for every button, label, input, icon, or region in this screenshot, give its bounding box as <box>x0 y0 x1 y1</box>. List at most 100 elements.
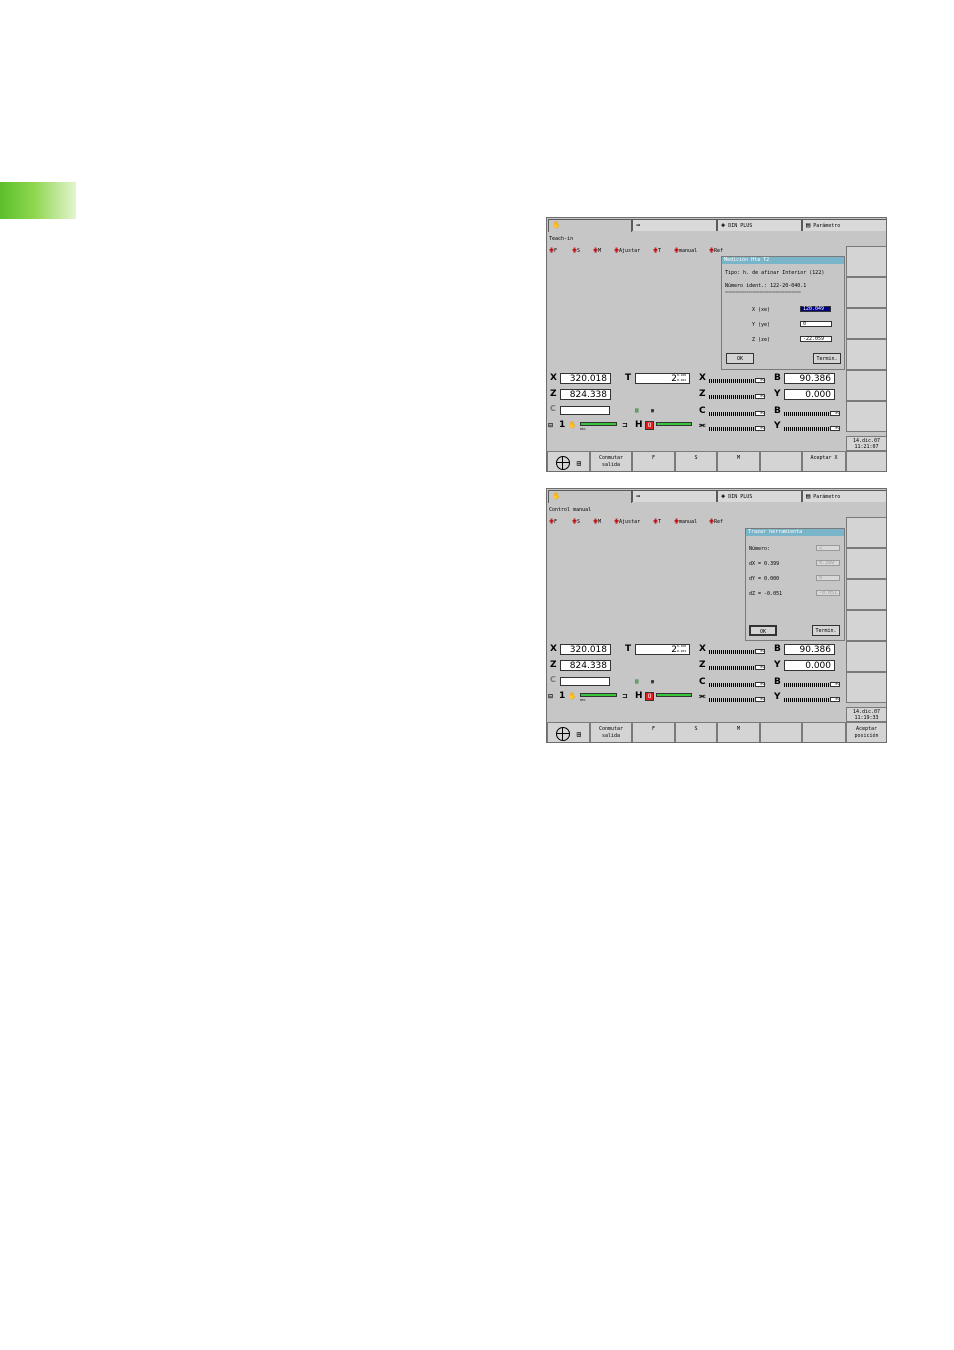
separator-line: ========================================… <box>725 290 801 294</box>
z-value-input[interactable]: -22.059 <box>800 336 832 342</box>
y-load-bar: 0% <box>784 695 840 702</box>
softkey-s[interactable]: S <box>675 451 717 471</box>
feed-status[interactable]: ⋕F <box>549 517 557 527</box>
tab-din-plus[interactable]: ◈ DIN PLUS <box>717 490 802 502</box>
spindle-override-bar <box>656 693 692 697</box>
tab-machine[interactable]: ✋ <box>548 490 632 503</box>
vertical-softkey-5[interactable] <box>846 641 886 672</box>
vertical-softkey-6[interactable] <box>846 401 886 432</box>
mode-title: Teach-in <box>547 232 846 246</box>
y-position: 0.000 <box>784 389 835 400</box>
softkey-conmutar-salida[interactable]: Conmutar salida <box>590 451 632 471</box>
tab-parameter[interactable]: ▤ Parámetro <box>802 490 886 502</box>
tool-measure-dialog: Medición Hta T2 Tipo: h. de afinar Inter… <box>721 256 845 370</box>
softkey-empty[interactable] <box>760 451 802 471</box>
ok-button[interactable]: OK <box>749 625 777 636</box>
vertical-softkey-1[interactable] <box>846 517 886 548</box>
softkey-f[interactable]: F <box>632 451 675 471</box>
manual-status[interactable]: ⋕manual <box>674 246 697 256</box>
disk-icon: ▤ <box>806 492 811 500</box>
spindle-icon: ⊐ <box>622 421 628 429</box>
y-load-bar: 0% <box>784 424 840 431</box>
tab-din-plus[interactable]: ◈ DIN PLUS <box>717 219 802 231</box>
c-load-percent: 0% <box>755 411 765 416</box>
softkey-conmutar-salida[interactable]: Conmutar salida <box>590 722 632 742</box>
ok-button[interactable]: OK <box>726 353 754 364</box>
chapter-tab-marker <box>0 182 76 219</box>
b-load-percent: 0% <box>830 411 840 416</box>
tab-program[interactable]: ⇛ <box>632 219 717 231</box>
b-load-percent: 0% <box>830 682 840 687</box>
bottom-softkeys: ⊞ Conmutar salida F S M Aceptar X <box>547 451 886 471</box>
softkey-s[interactable]: S <box>675 722 717 742</box>
softkey-empty[interactable] <box>760 722 802 742</box>
din-plus-icon: ◈ <box>721 221 726 229</box>
x-load-label: X <box>699 644 706 654</box>
y-load-ticks <box>784 698 830 702</box>
tab-parameter[interactable]: ▤ Parámetro <box>802 219 886 231</box>
softkey-right-empty[interactable] <box>846 451 886 471</box>
softkey-m[interactable]: M <box>717 722 760 742</box>
vertical-softkey-2[interactable] <box>846 548 886 579</box>
handwheel-icon <box>555 456 570 470</box>
softkey-handwheel[interactable]: ⊞ <box>547 451 590 471</box>
vertical-softkey-5[interactable] <box>846 370 886 401</box>
adjust-status[interactable]: ⋕Ajustar <box>614 246 640 256</box>
dialog-title: Trazar herramienta <box>746 529 844 536</box>
softkey-m[interactable]: M <box>717 451 760 471</box>
softkey-aceptar[interactable]: Aceptar X <box>802 451 846 471</box>
chuck-icon: ▥ <box>635 407 639 414</box>
coolant-icon: ▦ <box>651 408 655 414</box>
spindle-load-ticks <box>709 427 755 431</box>
vertical-softkey-2[interactable] <box>846 277 886 308</box>
vertical-softkey-1[interactable] <box>846 246 886 277</box>
softkey-aceptar-posicion[interactable]: Aceptar posición <box>846 722 886 742</box>
h-label: H <box>635 691 643 701</box>
tab-label: DIN PLUS <box>728 223 753 229</box>
tab-machine[interactable]: ✋ <box>548 219 632 232</box>
z-axis-label: Z <box>550 660 557 670</box>
vertical-softkey-3[interactable] <box>846 308 886 339</box>
dy-input[interactable]: 0 <box>816 575 840 581</box>
tool-status[interactable]: ⋕T <box>653 517 661 527</box>
number-input[interactable]: 2 <box>816 545 840 551</box>
mode-tabs: ✋ ⇛ ◈ DIN PLUS ▤ Parámetro <box>547 218 886 232</box>
tool-status[interactable]: ⋕T <box>653 246 661 256</box>
ref-status[interactable]: ⋕Ref <box>709 246 723 256</box>
softkey-f[interactable]: F <box>632 722 675 742</box>
y-load-percent: 0% <box>830 697 840 702</box>
screenshot-teach-in: ✋ ⇛ ◈ DIN PLUS ▤ Parámetro Teach-in ⋕F ⋕S … <box>546 217 887 472</box>
spindle-status[interactable]: ⋕S <box>572 517 580 527</box>
m-status[interactable]: ⋕M <box>593 517 601 527</box>
adjust-status[interactable]: ⋕Ajustar <box>614 517 640 527</box>
dx-input[interactable]: 0.399 <box>816 560 840 566</box>
feed-status[interactable]: ⋕F <box>549 246 557 256</box>
y-value-input[interactable]: 0 <box>800 321 832 327</box>
c-load-label: C <box>699 406 706 416</box>
manual-status[interactable]: ⋕manual <box>674 517 697 527</box>
feed-override-icon: ⊟ <box>548 693 554 700</box>
vertical-softkey-3[interactable] <box>846 579 886 610</box>
terminate-button[interactable]: Termin. <box>813 353 841 364</box>
position-display: X 320.018 Z 824.338 C T 2 0.108 0.204 X … <box>547 370 846 436</box>
z-load-label: Z <box>699 389 706 399</box>
status-label: M <box>598 519 602 525</box>
tab-program[interactable]: ⇛ <box>632 490 717 502</box>
status-label: S <box>577 519 581 525</box>
softkey-handwheel[interactable]: ⊞ <box>547 722 590 742</box>
vertical-softkey-4[interactable] <box>846 339 886 370</box>
ref-status[interactable]: ⋕Ref <box>709 517 723 527</box>
x-value-input[interactable]: 120.049 <box>800 306 831 312</box>
dz-label: dZ = -0.051 <box>749 591 783 597</box>
y-axis-label: Y <box>774 389 781 399</box>
b-position: 90.386 <box>784 373 835 384</box>
tab-label: Parámetro <box>813 223 841 229</box>
softkey-empty-2[interactable] <box>802 722 846 742</box>
m-status[interactable]: ⋕M <box>593 246 601 256</box>
dz-input[interactable]: -0.051 <box>816 590 840 596</box>
terminate-button[interactable]: Termin. <box>812 625 840 636</box>
vertical-softkey-4[interactable] <box>846 610 886 641</box>
status-icon-bar: ⋕F ⋕S ⋕M ⋕Ajustar ⋕T ⋕manual ⋕Ref <box>547 246 846 256</box>
spindle-status[interactable]: ⋕S <box>572 246 580 256</box>
vertical-softkey-6[interactable] <box>846 672 886 703</box>
